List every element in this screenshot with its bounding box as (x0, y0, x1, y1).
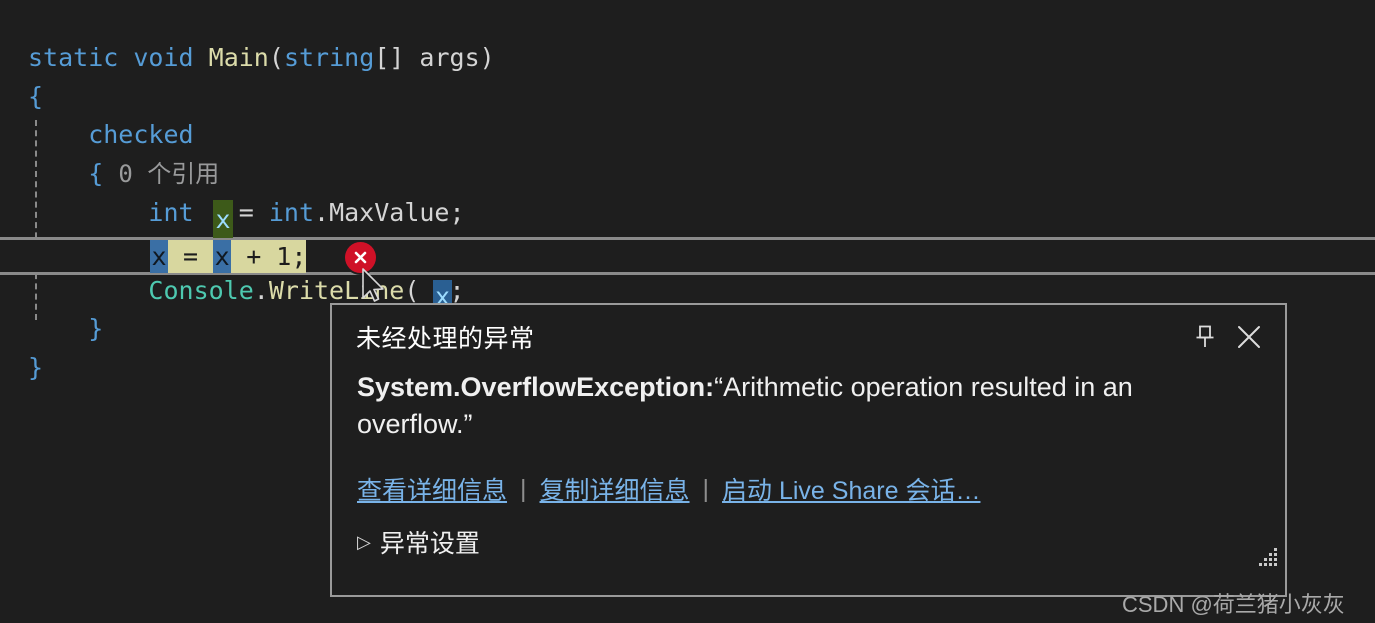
code-token: . (253, 275, 269, 305)
close-icon[interactable] (1227, 315, 1271, 359)
view-details-link[interactable]: 查看详细信息 (357, 471, 507, 507)
code-token: ( (404, 275, 420, 305)
code-token: string (283, 42, 375, 72)
code-token: Main (208, 42, 269, 72)
write-reference-highlight: x (213, 200, 233, 238)
visual-studio-debugger-screen: 0 个引用 static void Main(string[] args){ c… (0, 0, 1375, 623)
code-token: Console (148, 275, 254, 305)
statement-text: = (168, 242, 214, 271)
code-token: checked (28, 120, 194, 150)
resize-grip-icon[interactable] (1257, 547, 1279, 569)
code-token: { (28, 81, 44, 111)
exception-settings-label: 异常设置 (379, 530, 480, 558)
copy-details-link[interactable]: 复制详细信息 (540, 471, 690, 507)
exception-helper-dialog[interactable]: 未经处理的异常 System.OverflowException:“Arithm… (330, 303, 1287, 597)
code-token: ) (479, 42, 495, 72)
link-separator: | (520, 474, 527, 503)
start-live-share-link[interactable]: 启动 Live Share 会话… (722, 471, 980, 507)
code-line[interactable]: { (0, 155, 1375, 194)
read-reference-highlight: x (213, 240, 232, 273)
code-token: [] (374, 42, 405, 72)
code-token: } (88, 314, 104, 344)
code-token: static (28, 42, 119, 72)
read-reference-highlight: x (150, 240, 168, 273)
code-token: ; (449, 198, 465, 227)
exception-settings-expander[interactable]: ▷ 异常设置 (332, 524, 1285, 560)
code-line[interactable]: { (0, 78, 1375, 117)
code-token: ( (268, 42, 284, 72)
dialog-title: 未经处理的异常 (356, 325, 535, 353)
chevron-right-icon: ▷ (357, 531, 371, 552)
code-token: MaxValue (329, 198, 450, 227)
code-token: args (419, 42, 480, 72)
code-token: WriteLine (268, 275, 405, 305)
watermark: CSDN @荷兰猪小灰灰 (1122, 592, 1345, 617)
code-line[interactable]: int = int.MaxValue; (0, 194, 1375, 233)
code-token: int (268, 198, 315, 227)
statement-text: + 1; (231, 242, 307, 271)
exception-type: System.OverflowException: (357, 372, 715, 402)
code-token: } (28, 353, 44, 383)
code-token: { (88, 159, 104, 189)
dialog-titlebar: 未经处理的异常 (332, 305, 1285, 369)
exception-message: System.OverflowException:“Arithmetic ope… (332, 369, 1263, 443)
current-statement-highlight: x = x + 1; (150, 240, 307, 273)
code-token: . (314, 198, 330, 227)
code-line[interactable]: static void Main(string[] args) (0, 39, 1375, 78)
link-separator: | (702, 474, 710, 503)
code-token: void (133, 42, 194, 72)
dialog-links: 查看详细信息 | 复制详细信息 | 启动 Live Share 会话… (332, 471, 1285, 507)
error-circle-icon[interactable] (345, 242, 376, 273)
code-token: int (148, 198, 194, 227)
pin-icon[interactable] (1183, 315, 1227, 359)
code-line[interactable]: checked (0, 116, 1375, 155)
